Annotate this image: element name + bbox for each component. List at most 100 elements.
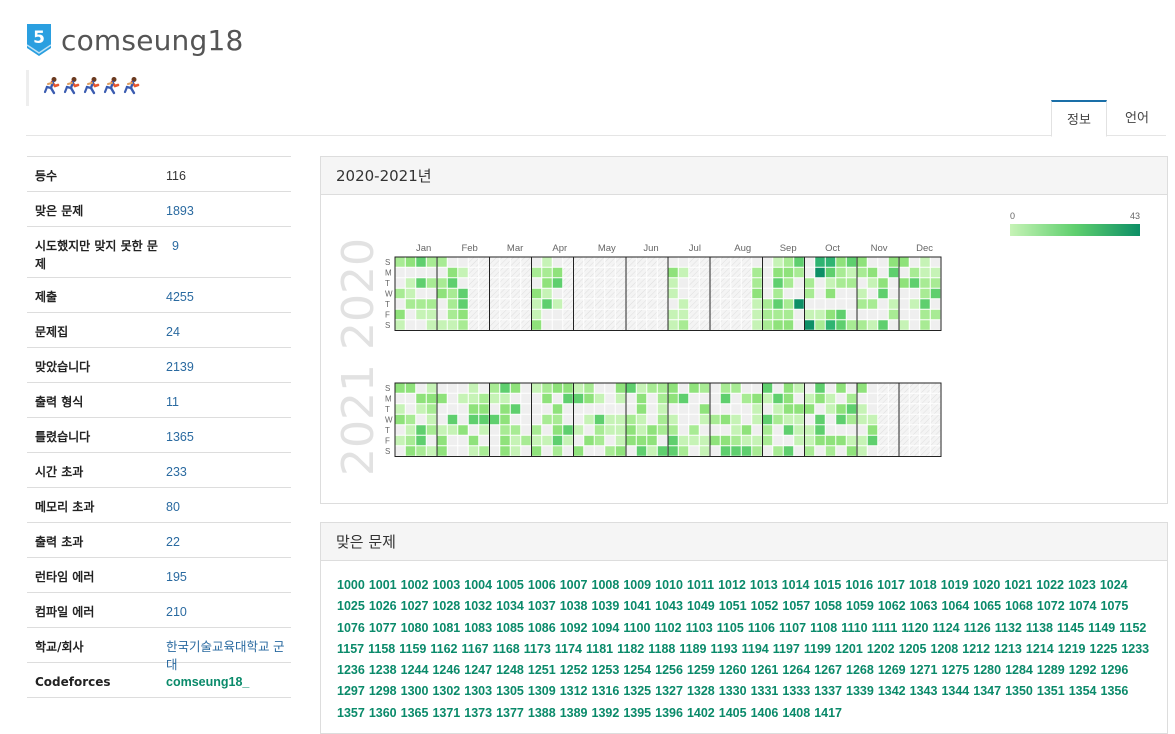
problem-link[interactable]: 1072 [1037, 596, 1065, 617]
problem-link[interactable]: 1236 [337, 660, 365, 681]
info-value-link[interactable]: 233 [166, 453, 291, 487]
problem-link[interactable]: 1008 [592, 575, 620, 596]
problem-link[interactable]: 1303 [464, 681, 492, 702]
problem-link[interactable]: 1357 [337, 703, 365, 724]
problem-link[interactable]: 1305 [496, 681, 524, 702]
problem-link[interactable]: 1325 [623, 681, 651, 702]
problem-link[interactable]: 1005 [496, 575, 524, 596]
problem-link[interactable]: 1246 [432, 660, 460, 681]
problem-link[interactable]: 1389 [560, 703, 588, 724]
problem-link[interactable]: 1041 [623, 596, 651, 617]
problem-link[interactable]: 1051 [719, 596, 747, 617]
problem-link[interactable]: 1219 [1058, 639, 1086, 660]
problem-link[interactable]: 1022 [1036, 575, 1064, 596]
problem-link[interactable]: 1013 [750, 575, 778, 596]
problem-link[interactable]: 1213 [994, 639, 1022, 660]
problem-link[interactable]: 1302 [432, 681, 460, 702]
problem-link[interactable]: 1138 [1026, 618, 1053, 639]
problem-link[interactable]: 1351 [1037, 681, 1065, 702]
problem-link[interactable]: 1110 [841, 618, 867, 639]
problem-link[interactable]: 1356 [1101, 681, 1129, 702]
problem-link[interactable]: 1354 [1069, 681, 1097, 702]
problem-link[interactable]: 1225 [1090, 639, 1118, 660]
problem-link[interactable]: 1268 [846, 660, 874, 681]
problem-link[interactable]: 1342 [878, 681, 906, 702]
problem-link[interactable]: 1064 [941, 596, 969, 617]
tab-info[interactable]: 정보 [1051, 100, 1107, 137]
problem-link[interactable]: 1408 [782, 703, 810, 724]
problem-link[interactable]: 1298 [369, 681, 397, 702]
problem-link[interactable]: 1010 [655, 575, 683, 596]
info-value-link[interactable]: 1893 [166, 192, 291, 226]
problem-link[interactable]: 1252 [560, 660, 588, 681]
problem-link[interactable]: 1212 [962, 639, 990, 660]
problem-link[interactable]: 1003 [432, 575, 460, 596]
problem-link[interactable]: 1402 [687, 703, 715, 724]
problem-link[interactable]: 1106 [748, 618, 775, 639]
problem-link[interactable]: 1025 [337, 596, 365, 617]
problem-link[interactable]: 1365 [401, 703, 429, 724]
problem-link[interactable]: 1007 [560, 575, 588, 596]
problem-link[interactable]: 1174 [555, 639, 582, 660]
problem-link[interactable]: 1347 [973, 681, 1001, 702]
problem-link[interactable]: 1062 [878, 596, 906, 617]
problem-link[interactable]: 1331 [751, 681, 779, 702]
problem-link[interactable]: 1020 [973, 575, 1001, 596]
problem-link[interactable]: 1009 [623, 575, 651, 596]
problem-link[interactable]: 1256 [655, 660, 683, 681]
problem-link[interactable]: 1350 [1005, 681, 1033, 702]
problem-link[interactable]: 1205 [899, 639, 927, 660]
info-value-link[interactable]: 한국기술교육대학교 군대 [166, 628, 291, 672]
problem-link[interactable]: 1300 [401, 681, 429, 702]
problem-link[interactable]: 1094 [592, 618, 620, 639]
problem-link[interactable]: 1126 [964, 618, 991, 639]
problem-link[interactable]: 1202 [867, 639, 895, 660]
problem-link[interactable]: 1049 [687, 596, 715, 617]
problem-link[interactable]: 1083 [464, 618, 492, 639]
problem-link[interactable]: 1086 [528, 618, 556, 639]
info-value-link[interactable]: 11 [166, 383, 291, 417]
problem-link[interactable]: 1271 [910, 660, 938, 681]
problem-link[interactable]: 1201 [835, 639, 863, 660]
problem-link[interactable]: 1108 [810, 618, 837, 639]
problem-link[interactable]: 1275 [941, 660, 969, 681]
problem-link[interactable]: 1102 [654, 618, 681, 639]
problem-link[interactable]: 1194 [742, 639, 769, 660]
problem-link[interactable]: 1018 [909, 575, 937, 596]
problem-link[interactable]: 1233 [1121, 639, 1149, 660]
problem-link[interactable]: 1269 [878, 660, 906, 681]
problem-link[interactable]: 1173 [524, 639, 551, 660]
problem-link[interactable]: 1065 [973, 596, 1001, 617]
problem-link[interactable]: 1254 [623, 660, 651, 681]
problem-link[interactable]: 1063 [910, 596, 938, 617]
problem-link[interactable]: 1019 [941, 575, 969, 596]
problem-link[interactable]: 1328 [687, 681, 715, 702]
info-value-link[interactable]: 80 [166, 488, 291, 522]
problem-link[interactable]: 1189 [679, 639, 706, 660]
problem-link[interactable]: 1111 [872, 618, 898, 639]
problem-link[interactable]: 1076 [337, 618, 365, 639]
problem-link[interactable]: 1077 [369, 618, 397, 639]
problem-link[interactable]: 1248 [496, 660, 524, 681]
problem-link[interactable]: 1261 [751, 660, 779, 681]
info-value-link[interactable]: 2139 [166, 348, 291, 382]
problem-link[interactable]: 1124 [933, 618, 960, 639]
problem-link[interactable]: 1145 [1057, 618, 1084, 639]
problem-link[interactable]: 1388 [528, 703, 556, 724]
problem-link[interactable]: 1238 [369, 660, 397, 681]
problem-link[interactable]: 1360 [369, 703, 397, 724]
problem-link[interactable]: 1289 [1037, 660, 1065, 681]
problem-link[interactable]: 1043 [655, 596, 683, 617]
problem-link[interactable]: 1000 [337, 575, 365, 596]
problem-link[interactable]: 1251 [528, 660, 556, 681]
problem-link[interactable]: 1152 [1119, 618, 1146, 639]
problem-link[interactable]: 1208 [930, 639, 958, 660]
problem-link[interactable]: 1395 [623, 703, 651, 724]
problem-link[interactable]: 1377 [496, 703, 524, 724]
tab-language[interactable]: 언어 [1111, 100, 1163, 135]
problem-link[interactable]: 1074 [1069, 596, 1097, 617]
problem-link[interactable]: 1264 [782, 660, 810, 681]
problem-link[interactable]: 1292 [1069, 660, 1097, 681]
info-value-link[interactable]: comseung18_ [166, 663, 291, 697]
problem-link[interactable]: 1059 [846, 596, 874, 617]
